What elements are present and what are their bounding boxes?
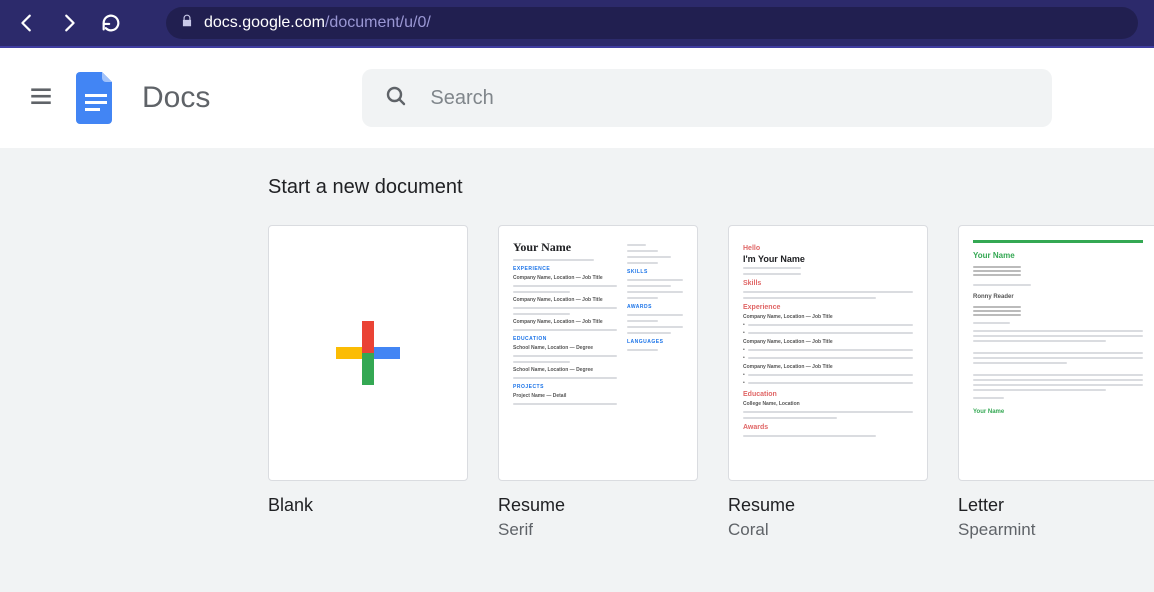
lock-icon [180, 14, 194, 33]
menu-icon[interactable] [28, 83, 54, 114]
app-header: Docs [0, 48, 1154, 148]
search-icon [384, 84, 408, 113]
search-input[interactable] [430, 87, 1030, 110]
template-blank[interactable]: Blank [268, 225, 468, 540]
template-subtitle: Coral [728, 520, 928, 540]
search-box[interactable] [362, 69, 1052, 127]
templates-area: Start a new document Blank Your Name [0, 148, 1154, 540]
back-icon[interactable] [16, 12, 38, 34]
template-thumb-blank [268, 225, 468, 481]
template-row: Blank Your Name Experience Company Name,… [268, 225, 1154, 540]
url-text: docs.google.com/document/u/0/ [204, 14, 431, 32]
reload-icon[interactable] [100, 12, 122, 34]
thumb-heading: Your Name [513, 240, 617, 255]
template-subtitle: Spearmint [958, 520, 1154, 540]
template-title: Blank [268, 495, 468, 516]
docs-logo-icon[interactable] [76, 72, 116, 124]
address-bar[interactable]: docs.google.com/document/u/0/ [166, 7, 1138, 39]
thumb-heading: I'm Your Name [743, 254, 913, 264]
template-subtitle: Serif [498, 520, 698, 540]
template-resume-serif[interactable]: Your Name Experience Company Name, Locat… [498, 225, 698, 540]
url-path: /document/u/0/ [325, 14, 431, 31]
template-title: Letter [958, 495, 1154, 516]
plus-icon [336, 321, 400, 385]
template-resume-coral[interactable]: Hello I'm Your Name Skills Experience Co… [728, 225, 928, 540]
template-thumb-coral: Hello I'm Your Name Skills Experience Co… [728, 225, 928, 481]
forward-icon[interactable] [58, 12, 80, 34]
template-letter-spearmint[interactable]: Your Name Ronny Reader Your Name Letter … [958, 225, 1154, 540]
browser-bar: docs.google.com/document/u/0/ [0, 0, 1154, 48]
template-thumb-serif: Your Name Experience Company Name, Locat… [498, 225, 698, 481]
section-title: Start a new document [268, 176, 1154, 199]
template-title: Resume [498, 495, 698, 516]
template-title: Resume [728, 495, 928, 516]
app-title: Docs [142, 81, 210, 115]
template-thumb-spearmint: Your Name Ronny Reader Your Name [958, 225, 1154, 481]
url-host: docs.google.com [204, 14, 325, 31]
